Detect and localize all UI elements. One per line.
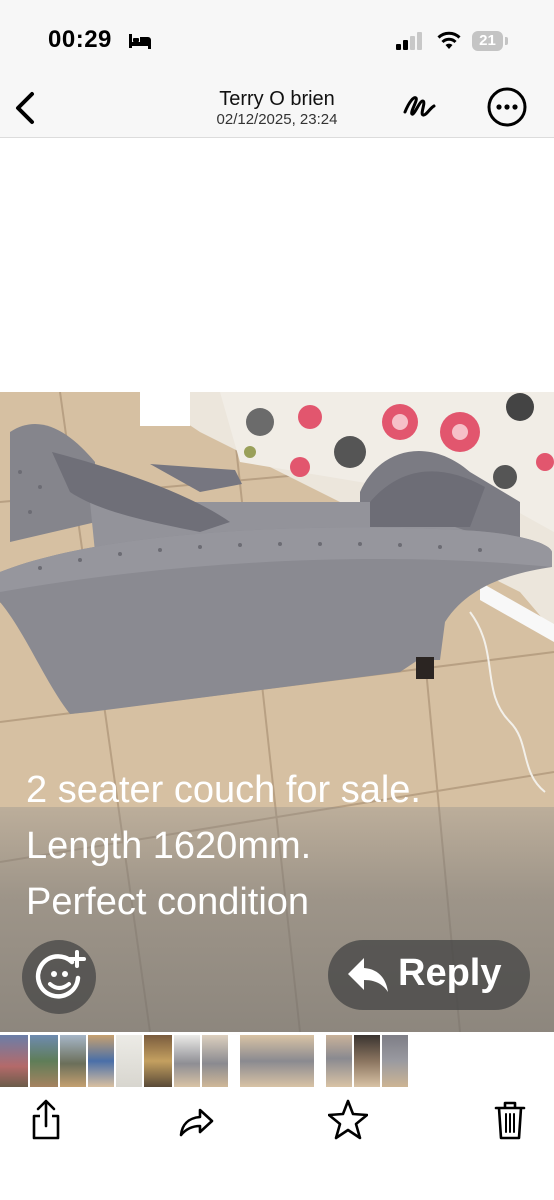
- photo-viewer[interactable]: 2 seater couch for sale. Length 1620mm. …: [0, 392, 554, 1032]
- thumbnail[interactable]: [240, 1035, 314, 1087]
- add-sticker-icon: [35, 950, 86, 999]
- thumbnail[interactable]: [202, 1035, 228, 1087]
- thumbnail[interactable]: [116, 1035, 142, 1087]
- thumbnail[interactable]: [88, 1035, 114, 1087]
- reply-button[interactable]: Reply: [328, 940, 530, 1010]
- thumbnail[interactable]: [0, 1035, 28, 1087]
- caption-line: Perfect condition: [26, 881, 310, 923]
- add-sticker-button[interactable]: [22, 940, 96, 1014]
- thumbnail[interactable]: [60, 1035, 86, 1087]
- nav-bar: Terry O brien 02/12/2025, 23:24: [0, 80, 554, 138]
- message-caption: 2 seater couch for sale. Length 1620mm. …: [26, 762, 536, 930]
- trash-icon[interactable]: [490, 1098, 530, 1142]
- thumbnail[interactable]: [382, 1035, 408, 1087]
- message-timestamp: 02/12/2025, 23:24: [216, 111, 338, 128]
- markup-icon[interactable]: [400, 88, 440, 122]
- thumbnail[interactable]: [326, 1035, 352, 1087]
- ellipsis-circle-icon[interactable]: [486, 86, 528, 128]
- thumbnail[interactable]: [354, 1035, 380, 1087]
- caption-line: 2 seater couch for sale.: [26, 769, 421, 811]
- thumbnail[interactable]: [30, 1035, 58, 1087]
- battery-level: 21: [472, 31, 503, 51]
- thumbnail[interactable]: [174, 1035, 200, 1087]
- status-time: 00:29: [48, 26, 112, 53]
- reply-arrow-icon: [348, 958, 388, 992]
- wifi-icon: [437, 31, 461, 49]
- forward-icon[interactable]: [176, 1098, 216, 1142]
- caption-line: Length 1620mm.: [26, 825, 312, 867]
- reply-label: Reply: [398, 952, 502, 994]
- bed-icon: [129, 34, 151, 49]
- share-icon[interactable]: [26, 1098, 66, 1142]
- star-icon[interactable]: [328, 1098, 368, 1142]
- sender-name: Terry O brien: [219, 88, 335, 110]
- bottom-toolbar: [0, 1088, 554, 1200]
- thumbnail[interactable]: [144, 1035, 172, 1087]
- cellular-signal-icon: [396, 32, 422, 50]
- battery-indicator: 21: [472, 31, 508, 51]
- status-bar: 00:29 21: [0, 0, 554, 80]
- thumbnail-strip: [0, 1035, 554, 1087]
- battery-tip: [505, 37, 508, 45]
